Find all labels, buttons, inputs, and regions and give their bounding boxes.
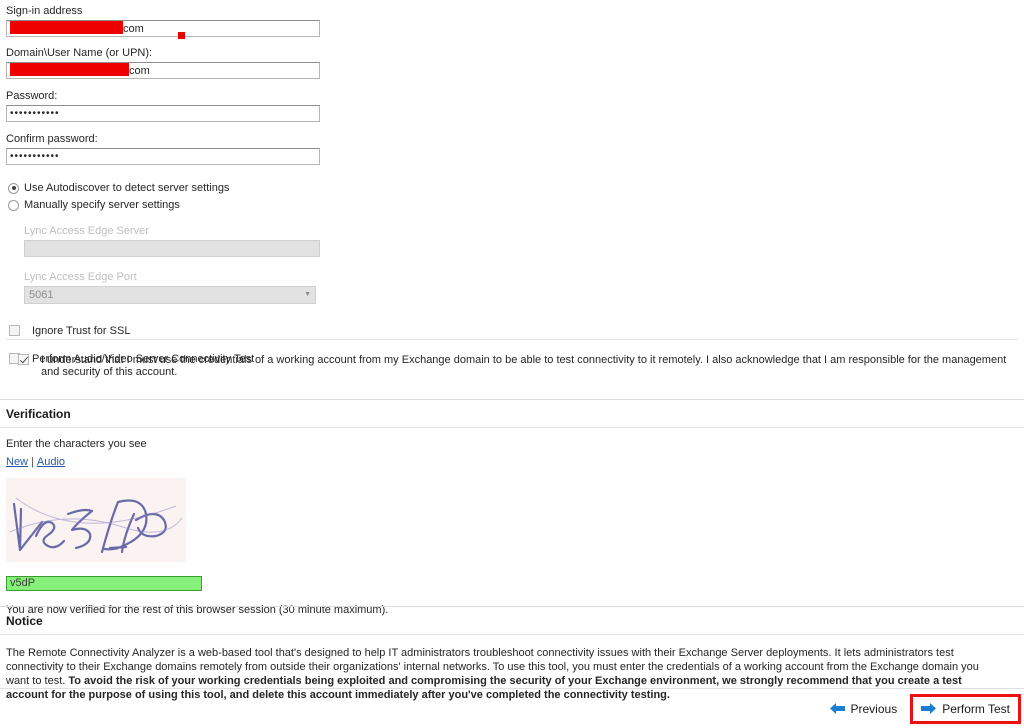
signin-address-input[interactable]: com — [6, 20, 320, 37]
captcha-link-separator: | — [31, 456, 34, 468]
radio-manual-settings-icon[interactable] — [8, 199, 19, 211]
credentials-form: Sign-in address com Domain\User Name (or… — [0, 5, 1024, 365]
acknowledgment-checkbox[interactable] — [18, 354, 29, 365]
lync-edge-port-value: 5061 — [29, 289, 54, 301]
arrow-left-icon — [829, 703, 845, 714]
arrow-right-icon — [921, 703, 937, 714]
ignore-ssl-checkbox[interactable] — [9, 325, 20, 336]
captcha-input-value: v5dP — [10, 577, 36, 589]
signin-redaction-bar — [10, 21, 123, 34]
password-label: Password: — [6, 90, 58, 102]
lync-edge-port-select: 5061 ▼ — [24, 286, 316, 304]
password-value: ••••••••••• — [10, 108, 60, 119]
chevron-down-icon: ▼ — [304, 291, 311, 298]
red-annotation-marker — [178, 32, 185, 39]
perform-test-button[interactable]: Perform Test — [910, 693, 1021, 724]
radio-manual-settings-label: Manually specify server settings — [24, 198, 180, 211]
captcha-audio-link[interactable]: Audio — [37, 456, 65, 468]
acknowledgment-divider — [6, 339, 1018, 340]
confirm-password-label: Confirm password: — [6, 133, 98, 145]
domain-username-label: Domain\User Name (or UPN): — [6, 47, 153, 59]
radio-autodiscover-label: Use Autodiscover to detect server settin… — [24, 181, 230, 194]
confirm-password-input[interactable]: ••••••••••• — [6, 148, 320, 165]
acknowledgment-label: I understand that I must use the credent… — [41, 354, 1007, 378]
domain-username-suffix: com — [129, 65, 150, 77]
confirm-password-value: ••••••••••• — [10, 151, 60, 162]
lync-edge-server-input — [24, 240, 320, 257]
signin-address-suffix: com — [123, 23, 144, 35]
domain-username-redaction-bar — [10, 63, 129, 76]
domain-username-input[interactable]: com — [6, 62, 320, 79]
ignore-ssl-row[interactable]: Ignore Trust for SSL — [9, 325, 1024, 337]
lync-edge-server-label: Lync Access Edge Server — [24, 225, 149, 237]
radio-manual-settings[interactable]: Manually specify server settings — [8, 198, 1024, 212]
radio-autodiscover[interactable]: Use Autodiscover to detect server settin… — [8, 181, 1024, 195]
remote-connectivity-analyzer-page: Sign-in address com Domain\User Name (or… — [0, 0, 1024, 728]
password-input[interactable]: ••••••••••• — [6, 105, 320, 122]
verification-section: Verification Enter the characters you se… — [0, 399, 1024, 617]
acknowledgment-row[interactable]: I understand that I must use the credent… — [18, 354, 1018, 378]
verification-heading: Verification — [0, 400, 1024, 428]
notice-heading: Notice — [0, 607, 1024, 635]
captcha-prompt: Enter the characters you see — [6, 438, 147, 450]
ignore-ssl-label: Ignore Trust for SSL — [32, 325, 131, 337]
signin-address-label: Sign-in address — [6, 5, 83, 17]
captcha-input[interactable]: v5dP — [6, 576, 202, 591]
lync-edge-port-label: Lync Access Edge Port — [24, 271, 137, 283]
perform-test-button-label: Perform Test — [942, 701, 1010, 716]
previous-button-label: Previous — [850, 701, 898, 716]
captcha-new-link[interactable]: New — [6, 456, 28, 468]
captcha-image — [6, 478, 186, 562]
radio-autodiscover-icon[interactable] — [8, 182, 19, 194]
previous-button[interactable]: Previous — [822, 697, 906, 721]
wizard-navigation-bar: Previous Perform Test — [0, 688, 1024, 728]
